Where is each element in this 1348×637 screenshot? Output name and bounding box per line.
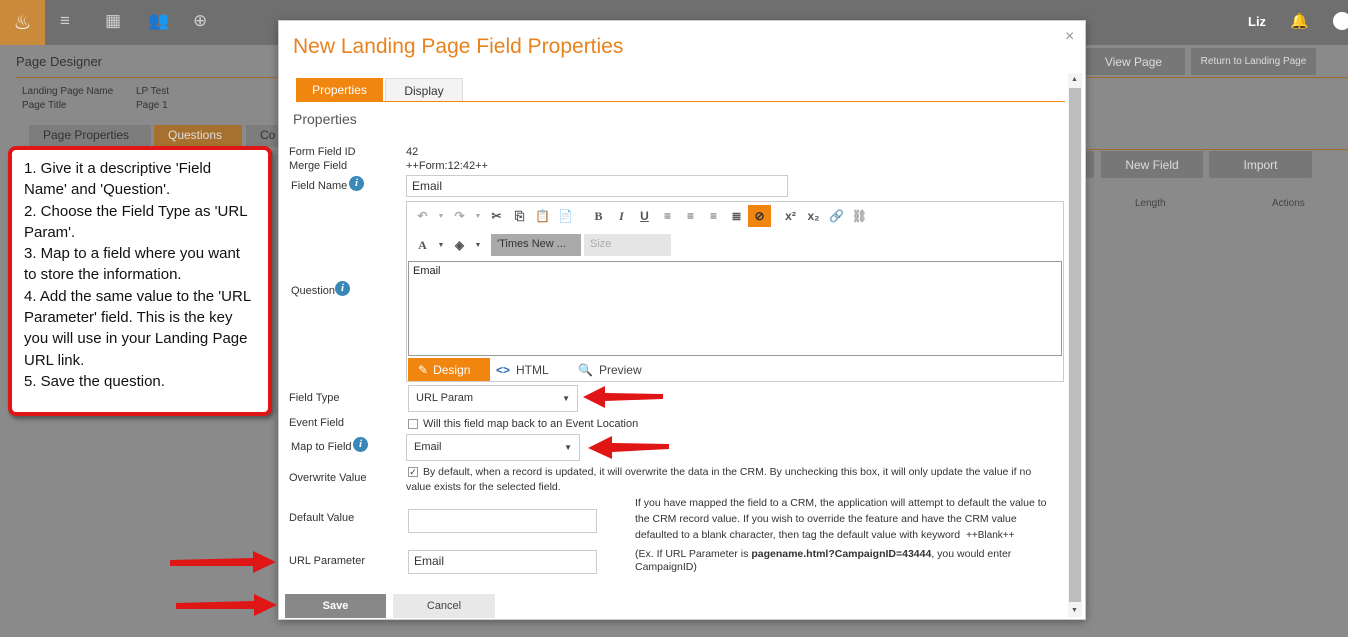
- arrow-field-type: [583, 386, 663, 408]
- arrow-map-to-field: [588, 436, 669, 459]
- arrow-url-parameter: [170, 551, 276, 573]
- annotation-arrows: [170, 386, 669, 616]
- arrow-save: [176, 594, 277, 616]
